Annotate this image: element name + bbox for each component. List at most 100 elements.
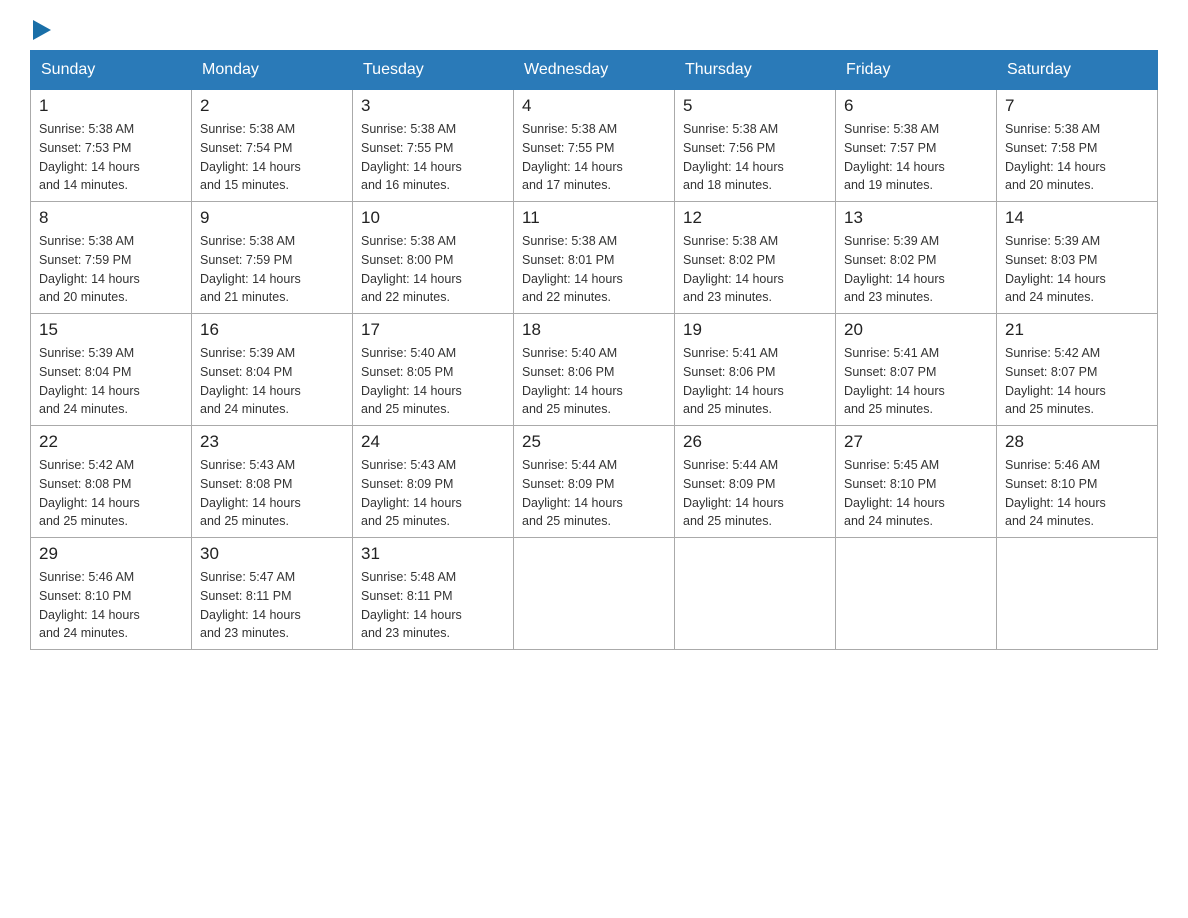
day-info: Sunrise: 5:39 AM Sunset: 8:02 PM Dayligh… — [844, 232, 988, 307]
calendar-cell: 7 Sunrise: 5:38 AM Sunset: 7:58 PM Dayli… — [997, 90, 1158, 202]
day-info: Sunrise: 5:43 AM Sunset: 8:09 PM Dayligh… — [361, 456, 505, 531]
day-number: 10 — [361, 208, 505, 228]
day-number: 31 — [361, 544, 505, 564]
day-info: Sunrise: 5:48 AM Sunset: 8:11 PM Dayligh… — [361, 568, 505, 643]
weekday-header-thursday: Thursday — [675, 51, 836, 90]
calendar-cell: 29 Sunrise: 5:46 AM Sunset: 8:10 PM Dayl… — [31, 538, 192, 650]
calendar-week-row: 8 Sunrise: 5:38 AM Sunset: 7:59 PM Dayli… — [31, 202, 1158, 314]
calendar-cell: 27 Sunrise: 5:45 AM Sunset: 8:10 PM Dayl… — [836, 426, 997, 538]
day-info: Sunrise: 5:46 AM Sunset: 8:10 PM Dayligh… — [39, 568, 183, 643]
weekday-header-wednesday: Wednesday — [514, 51, 675, 90]
day-info: Sunrise: 5:38 AM Sunset: 7:54 PM Dayligh… — [200, 120, 344, 195]
day-number: 27 — [844, 432, 988, 452]
day-number: 1 — [39, 96, 183, 116]
day-number: 15 — [39, 320, 183, 340]
calendar-cell: 30 Sunrise: 5:47 AM Sunset: 8:11 PM Dayl… — [192, 538, 353, 650]
day-number: 22 — [39, 432, 183, 452]
day-info: Sunrise: 5:38 AM Sunset: 7:55 PM Dayligh… — [361, 120, 505, 195]
day-info: Sunrise: 5:45 AM Sunset: 8:10 PM Dayligh… — [844, 456, 988, 531]
day-info: Sunrise: 5:38 AM Sunset: 7:55 PM Dayligh… — [522, 120, 666, 195]
day-number: 30 — [200, 544, 344, 564]
day-info: Sunrise: 5:47 AM Sunset: 8:11 PM Dayligh… — [200, 568, 344, 643]
weekday-header-row: SundayMondayTuesdayWednesdayThursdayFrid… — [31, 51, 1158, 90]
calendar-cell: 25 Sunrise: 5:44 AM Sunset: 8:09 PM Dayl… — [514, 426, 675, 538]
calendar-cell: 13 Sunrise: 5:39 AM Sunset: 8:02 PM Dayl… — [836, 202, 997, 314]
calendar-cell: 21 Sunrise: 5:42 AM Sunset: 8:07 PM Dayl… — [997, 314, 1158, 426]
logo-group — [30, 20, 51, 40]
calendar-cell: 4 Sunrise: 5:38 AM Sunset: 7:55 PM Dayli… — [514, 90, 675, 202]
day-number: 25 — [522, 432, 666, 452]
day-number: 13 — [844, 208, 988, 228]
calendar-cell: 18 Sunrise: 5:40 AM Sunset: 8:06 PM Dayl… — [514, 314, 675, 426]
day-number: 23 — [200, 432, 344, 452]
day-number: 18 — [522, 320, 666, 340]
weekday-header-saturday: Saturday — [997, 51, 1158, 90]
day-number: 3 — [361, 96, 505, 116]
weekday-header-monday: Monday — [192, 51, 353, 90]
day-number: 19 — [683, 320, 827, 340]
weekday-header-friday: Friday — [836, 51, 997, 90]
day-number: 20 — [844, 320, 988, 340]
calendar-cell — [514, 538, 675, 650]
logo-arrow-icon — [33, 20, 51, 40]
calendar-week-row: 29 Sunrise: 5:46 AM Sunset: 8:10 PM Dayl… — [31, 538, 1158, 650]
day-info: Sunrise: 5:38 AM Sunset: 7:57 PM Dayligh… — [844, 120, 988, 195]
day-number: 8 — [39, 208, 183, 228]
calendar-cell: 3 Sunrise: 5:38 AM Sunset: 7:55 PM Dayli… — [353, 90, 514, 202]
day-info: Sunrise: 5:38 AM Sunset: 7:53 PM Dayligh… — [39, 120, 183, 195]
calendar-cell: 8 Sunrise: 5:38 AM Sunset: 7:59 PM Dayli… — [31, 202, 192, 314]
day-info: Sunrise: 5:38 AM Sunset: 8:01 PM Dayligh… — [522, 232, 666, 307]
calendar-table: SundayMondayTuesdayWednesdayThursdayFrid… — [30, 50, 1158, 650]
day-number: 9 — [200, 208, 344, 228]
day-info: Sunrise: 5:38 AM Sunset: 7:58 PM Dayligh… — [1005, 120, 1149, 195]
day-number: 21 — [1005, 320, 1149, 340]
day-info: Sunrise: 5:38 AM Sunset: 8:02 PM Dayligh… — [683, 232, 827, 307]
day-info: Sunrise: 5:41 AM Sunset: 8:06 PM Dayligh… — [683, 344, 827, 419]
day-info: Sunrise: 5:44 AM Sunset: 8:09 PM Dayligh… — [683, 456, 827, 531]
day-info: Sunrise: 5:38 AM Sunset: 8:00 PM Dayligh… — [361, 232, 505, 307]
calendar-cell — [997, 538, 1158, 650]
day-number: 11 — [522, 208, 666, 228]
day-info: Sunrise: 5:40 AM Sunset: 8:05 PM Dayligh… — [361, 344, 505, 419]
calendar-cell — [675, 538, 836, 650]
calendar-cell: 2 Sunrise: 5:38 AM Sunset: 7:54 PM Dayli… — [192, 90, 353, 202]
calendar-cell: 20 Sunrise: 5:41 AM Sunset: 8:07 PM Dayl… — [836, 314, 997, 426]
calendar-week-row: 15 Sunrise: 5:39 AM Sunset: 8:04 PM Dayl… — [31, 314, 1158, 426]
day-number: 4 — [522, 96, 666, 116]
day-info: Sunrise: 5:42 AM Sunset: 8:08 PM Dayligh… — [39, 456, 183, 531]
day-info: Sunrise: 5:40 AM Sunset: 8:06 PM Dayligh… — [522, 344, 666, 419]
day-info: Sunrise: 5:42 AM Sunset: 8:07 PM Dayligh… — [1005, 344, 1149, 419]
calendar-cell: 14 Sunrise: 5:39 AM Sunset: 8:03 PM Dayl… — [997, 202, 1158, 314]
day-number: 2 — [200, 96, 344, 116]
weekday-header-tuesday: Tuesday — [353, 51, 514, 90]
page-header — [30, 20, 1158, 40]
day-number: 24 — [361, 432, 505, 452]
calendar-cell: 19 Sunrise: 5:41 AM Sunset: 8:06 PM Dayl… — [675, 314, 836, 426]
calendar-cell: 24 Sunrise: 5:43 AM Sunset: 8:09 PM Dayl… — [353, 426, 514, 538]
weekday-header-sunday: Sunday — [31, 51, 192, 90]
calendar-cell: 11 Sunrise: 5:38 AM Sunset: 8:01 PM Dayl… — [514, 202, 675, 314]
calendar-cell: 10 Sunrise: 5:38 AM Sunset: 8:00 PM Dayl… — [353, 202, 514, 314]
day-info: Sunrise: 5:46 AM Sunset: 8:10 PM Dayligh… — [1005, 456, 1149, 531]
day-info: Sunrise: 5:39 AM Sunset: 8:04 PM Dayligh… — [39, 344, 183, 419]
day-number: 16 — [200, 320, 344, 340]
day-number: 12 — [683, 208, 827, 228]
calendar-cell: 23 Sunrise: 5:43 AM Sunset: 8:08 PM Dayl… — [192, 426, 353, 538]
calendar-cell: 17 Sunrise: 5:40 AM Sunset: 8:05 PM Dayl… — [353, 314, 514, 426]
day-number: 28 — [1005, 432, 1149, 452]
day-info: Sunrise: 5:38 AM Sunset: 7:56 PM Dayligh… — [683, 120, 827, 195]
day-info: Sunrise: 5:39 AM Sunset: 8:04 PM Dayligh… — [200, 344, 344, 419]
calendar-cell: 1 Sunrise: 5:38 AM Sunset: 7:53 PM Dayli… — [31, 90, 192, 202]
calendar-cell: 22 Sunrise: 5:42 AM Sunset: 8:08 PM Dayl… — [31, 426, 192, 538]
calendar-cell: 16 Sunrise: 5:39 AM Sunset: 8:04 PM Dayl… — [192, 314, 353, 426]
calendar-cell: 28 Sunrise: 5:46 AM Sunset: 8:10 PM Dayl… — [997, 426, 1158, 538]
day-number: 14 — [1005, 208, 1149, 228]
day-info: Sunrise: 5:38 AM Sunset: 7:59 PM Dayligh… — [200, 232, 344, 307]
calendar-week-row: 1 Sunrise: 5:38 AM Sunset: 7:53 PM Dayli… — [31, 90, 1158, 202]
calendar-cell: 5 Sunrise: 5:38 AM Sunset: 7:56 PM Dayli… — [675, 90, 836, 202]
day-number: 7 — [1005, 96, 1149, 116]
day-info: Sunrise: 5:44 AM Sunset: 8:09 PM Dayligh… — [522, 456, 666, 531]
calendar-cell: 9 Sunrise: 5:38 AM Sunset: 7:59 PM Dayli… — [192, 202, 353, 314]
calendar-cell: 6 Sunrise: 5:38 AM Sunset: 7:57 PM Dayli… — [836, 90, 997, 202]
day-info: Sunrise: 5:38 AM Sunset: 7:59 PM Dayligh… — [39, 232, 183, 307]
